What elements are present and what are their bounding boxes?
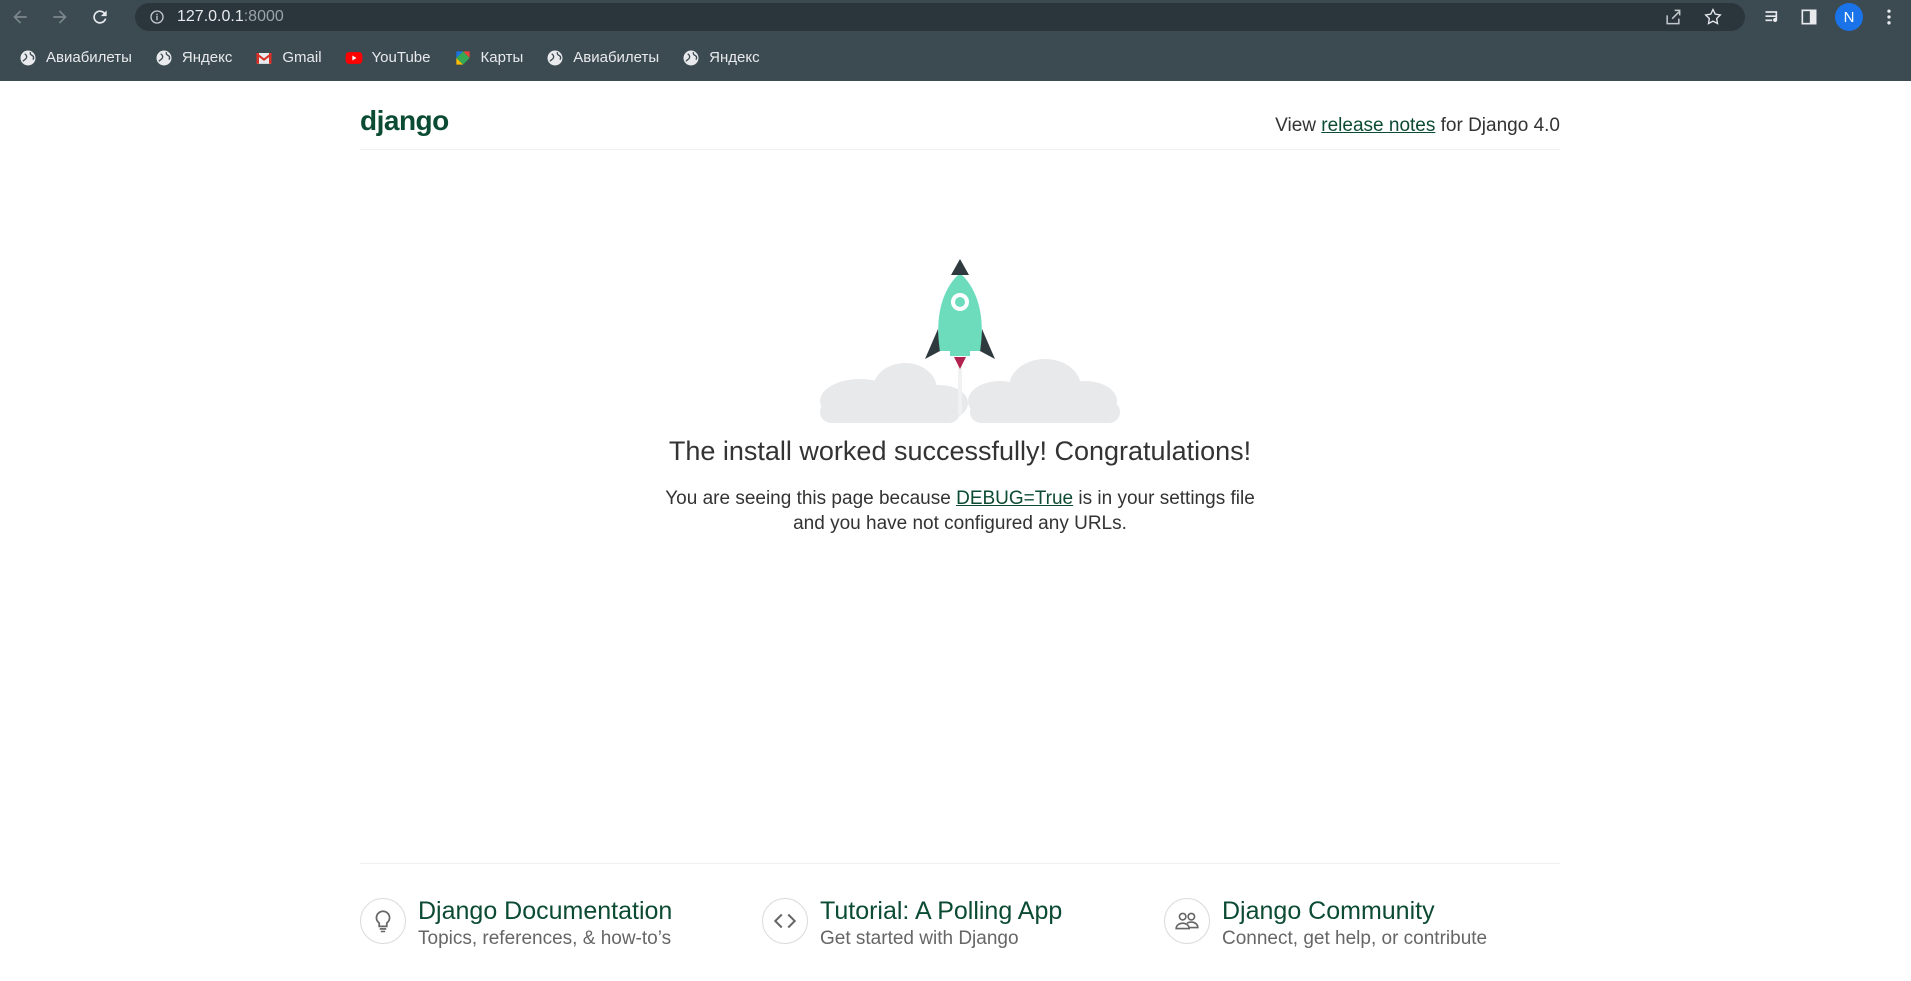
release-info: View release notes for Django 4.0 [1275,115,1560,137]
globe-icon [20,50,36,65]
address-bar[interactable]: 127.0.0.1:8000 [135,3,1745,31]
star-bookmark-icon[interactable] [1703,7,1723,27]
back-arrow-icon [13,10,27,24]
bookmark-label: Авиабилеты [573,49,660,66]
page-header: django View release notes for Django 4.0 [360,81,1560,150]
card-title[interactable]: Django Documentation [418,896,672,926]
browser-toolbar: 127.0.0.1:8000 N [0,0,1911,34]
card-subtitle: Topics, references, & how-to’s [418,928,672,949]
globe-icon [547,50,563,65]
side-panel-icon[interactable] [1799,7,1819,27]
card-community[interactable]: Django Community Connect, get help, or c… [1164,896,1487,950]
bookmark-maps[interactable]: Карты [453,44,524,72]
reload-icon [93,10,107,24]
bookmark-label: YouTube [371,49,431,66]
forward-button[interactable] [40,0,80,34]
rocket-body [938,273,982,351]
rocket-right-fin [980,329,995,359]
lightbulb-icon [375,910,391,933]
rocket-base [950,351,970,356]
maps-icon [455,50,470,65]
url-port: :8000 [243,8,284,25]
release-prefix: View [1275,115,1322,136]
bookmark-youtube[interactable]: YouTube [344,44,431,72]
bookmark-yandex-2[interactable]: Яндекс [681,44,760,72]
kebab-menu-icon[interactable] [1879,7,1899,27]
cloud-right [968,359,1120,423]
card-title[interactable]: Django Community [1222,896,1487,926]
card-subtitle: Connect, get help, or contribute [1222,928,1488,949]
community-icon [1175,912,1199,930]
exhaust-trail [958,361,962,415]
profile-avatar[interactable]: N [1835,3,1863,31]
bookmark-label: Gmail [282,49,322,66]
django-logo[interactable]: django [360,105,449,137]
card-documentation[interactable]: Django Documentation Topics, references,… [360,896,672,950]
card-icon-circle [762,898,808,944]
youtube-icon [345,51,362,64]
share-icon[interactable] [1663,7,1683,27]
card-title[interactable]: Tutorial: A Polling App [820,896,1062,926]
forward-arrow-icon [53,10,67,24]
code-icon [773,913,797,929]
success-message: You are seeing this page because DEBUG=T… [660,486,1260,536]
globe-icon [683,50,699,65]
card-subtitle: Get started with Django [820,928,1019,949]
bookmark-label: Яндекс [181,49,233,66]
bookmark-aviabilety-2[interactable]: Авиабилеты [545,44,659,72]
rocket-illustration [820,259,1120,423]
footer: Django Documentation Topics, references,… [360,863,1560,981]
gmail-icon [256,52,273,64]
globe-icon [156,50,172,65]
card-icon-circle [360,898,406,944]
release-notes-link[interactable]: release notes [1321,115,1435,136]
bookmark-label: Яндекс [709,49,760,66]
rocket-nose [951,259,969,275]
bookmark-label: Авиабилеты [46,49,132,66]
back-button[interactable] [0,0,40,34]
card-tutorial[interactable]: Tutorial: A Polling App Get started with… [762,896,1062,950]
bookmark-gmail[interactable]: Gmail [254,44,322,72]
reload-button[interactable] [80,0,120,34]
rocket-left-fin [925,329,940,359]
media-playlist-icon[interactable] [1763,7,1783,27]
debug-link[interactable]: DEBUG=True [956,488,1073,509]
release-suffix: for Django 4.0 [1435,115,1560,136]
url-host: 127.0.0.1 [177,8,244,25]
bookmark-aviabilety[interactable]: Авиабилеты [18,44,132,72]
right-toolbar: N [1663,0,1899,34]
success-prefix: You are seeing this page because [665,488,957,509]
cloud-left [820,363,968,423]
card-icon-circle [1164,898,1210,944]
success-title: The install worked successfully! Congrat… [668,436,1252,466]
info-icon[interactable] [149,9,165,25]
bookmark-yandex[interactable]: Яндекс [154,44,232,72]
page-content: django View release notes for Django 4.0 [0,81,1911,981]
bookmarks-bar: Авиабилеты Яндекс Gmail YouTube Карты Ав… [0,34,1911,81]
bookmark-label: Карты [480,49,524,66]
rocket-flame [954,357,966,369]
